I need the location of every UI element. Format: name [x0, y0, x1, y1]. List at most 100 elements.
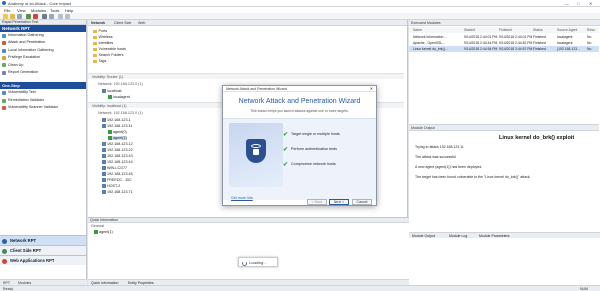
- folder-icon: [93, 53, 97, 57]
- onestep-vulnerability-test[interactable]: Vulnerability Test: [0, 89, 86, 96]
- tree-identities[interactable]: Identities: [93, 41, 113, 45]
- refresh-icon[interactable]: [42, 14, 47, 19]
- tab-module-output[interactable]: Module Output: [412, 234, 435, 238]
- attack-wizard-dialog: Network Attack and Penetration Wizard ✕ …: [222, 85, 377, 206]
- save-icon[interactable]: [17, 14, 22, 19]
- host-row[interactable]: 192.168.123.45: [102, 172, 133, 176]
- network-label: Network: 192.168.123.0 (1): [98, 82, 143, 86]
- rpt-step-clean-up[interactable]: Clean Up: [0, 62, 86, 69]
- rpt-step-information-gathering[interactable]: Information Gathering: [0, 32, 86, 39]
- output-line: A new agent (agent(1)) has been deployed…: [415, 165, 483, 169]
- title-bar: Anatomy of an Attack - Core Impact — □ ✕: [0, 0, 600, 7]
- group-router[interactable]: Visibility: Router (1): [88, 73, 404, 79]
- rpt-step-privilege-escalation[interactable]: Privilege Escalation: [0, 54, 86, 61]
- tree-vulnerable-hosts[interactable]: Vulnerable hosts: [93, 47, 126, 51]
- folder-icon: [93, 41, 97, 45]
- host-row[interactable]: 192.168.123.12: [102, 142, 133, 146]
- host-row[interactable]: WIN-LCG77: [102, 166, 127, 170]
- col-status[interactable]: Status: [533, 28, 543, 32]
- nav-network-rpt[interactable]: Network RPT: [0, 235, 86, 245]
- agent-row[interactable]: agent(0): [108, 130, 127, 134]
- host-row[interactable]: HOST-2: [102, 184, 120, 188]
- settings-icon[interactable]: [49, 14, 54, 19]
- close-button[interactable]: ✕: [589, 1, 592, 6]
- host-row[interactable]: 192.168.123.22: [102, 148, 133, 152]
- host-row[interactable]: FREEDC - IDC: [102, 178, 132, 182]
- table-row-selected[interactable]: Linux kernel do_brk()... 9/14/2018 2:44:…: [409, 46, 599, 52]
- host-icon: [102, 172, 106, 176]
- host-icon: [102, 89, 106, 93]
- network-label-2: Network: 192.168.123.0 (1): [98, 111, 143, 115]
- rpt-step-attack-penetration[interactable]: Attack and Penetration: [0, 39, 86, 46]
- maximize-button[interactable]: □: [577, 1, 579, 6]
- nav-web-applications-rpt[interactable]: Web Applications RPT: [0, 255, 86, 265]
- agent-icon: [94, 230, 98, 234]
- menu-modules[interactable]: Modules: [31, 8, 46, 13]
- tab-client-side[interactable]: Client Side: [114, 21, 131, 25]
- check-icon: ✔: [283, 162, 289, 168]
- nav-client-side-rpt[interactable]: Client Side RPT: [0, 245, 86, 255]
- host-localhost[interactable]: localhost: [102, 89, 122, 93]
- quick-info-row[interactable]: agent(1): [94, 230, 113, 234]
- menu-view[interactable]: View: [17, 8, 26, 13]
- spinner-icon: [242, 260, 247, 266]
- view-icon[interactable]: [65, 14, 70, 19]
- layout-icon[interactable]: [58, 14, 63, 19]
- back-button[interactable]: < Back: [307, 199, 327, 205]
- open-folder-icon[interactable]: [10, 14, 15, 19]
- agent-localagent[interactable]: localagent: [108, 95, 130, 99]
- tree-ports[interactable]: Ports: [93, 29, 107, 33]
- host-icon: [102, 184, 106, 188]
- tab-module-log[interactable]: Module Log: [449, 234, 467, 238]
- local-info-icon: [2, 48, 6, 53]
- wizard-option-targets: ✔ Target single or multiple hosts: [283, 132, 340, 138]
- agent-row-selected[interactable]: agent(1): [108, 136, 127, 140]
- entity-tabs: Network Client Side Web: [88, 20, 407, 26]
- agent-icon: [108, 136, 112, 140]
- menu-file[interactable]: File: [4, 8, 10, 13]
- tag-icon: [93, 59, 97, 63]
- col-name[interactable]: Name: [413, 28, 422, 32]
- host-row[interactable]: 192.168.123.71: [102, 190, 133, 194]
- tree-tags[interactable]: Tags: [93, 59, 106, 63]
- rpt-step-report-generation[interactable]: Report Generation: [0, 69, 86, 76]
- menu-tools[interactable]: Tools: [50, 8, 59, 13]
- col-started[interactable]: Started: [464, 28, 475, 32]
- col-finished[interactable]: Finished: [499, 28, 512, 32]
- eye-icon: [251, 144, 261, 148]
- tree-search-folders[interactable]: Search Folders: [93, 53, 124, 57]
- col-source-agent[interactable]: Source Agent: [557, 28, 577, 32]
- host-icon: [102, 124, 106, 128]
- web-rpt-icon: [2, 258, 7, 264]
- host-row[interactable]: 192.168.123.11: [102, 124, 132, 128]
- clean-up-icon: [2, 63, 6, 68]
- app-logo-icon: [2, 1, 6, 5]
- host-row[interactable]: 192.168.123.44: [102, 160, 133, 164]
- wizard-heading: Network Attack and Penetration Wizard: [238, 98, 361, 105]
- new-workspace-icon[interactable]: [3, 14, 8, 19]
- onestep-remediation-validator[interactable]: Remediation Validator: [0, 97, 86, 104]
- menu-help[interactable]: Help: [65, 8, 73, 13]
- tab-module-parameters[interactable]: Module Parameters: [479, 234, 510, 238]
- tab-web[interactable]: Web: [138, 21, 145, 25]
- tab-network[interactable]: Network: [91, 21, 105, 25]
- col-result[interactable]: Resu: [587, 28, 595, 32]
- executed-modules-header: Name Started Finished Status Source Agen…: [409, 27, 599, 33]
- folder-icon: [93, 47, 97, 51]
- tree-wireless[interactable]: Wireless: [93, 35, 113, 39]
- onestep-scanner-validator[interactable]: Vulnerability Scanner Validator: [0, 104, 86, 111]
- stop-icon[interactable]: [33, 14, 38, 19]
- agent-icon: [108, 95, 112, 99]
- network-rpt-header: Network RPT: [0, 25, 86, 32]
- host-row[interactable]: 192.168.123.43: [102, 154, 133, 158]
- output-line: The target has been found vulnerable to …: [415, 175, 531, 179]
- cancel-button[interactable]: Cancel: [352, 199, 372, 205]
- rpt-step-local-information-gathering[interactable]: Local Information Gathering: [0, 47, 86, 54]
- minimize-button[interactable]: —: [565, 1, 569, 6]
- host-icon: [102, 154, 106, 158]
- num-lock-indicator: NUM: [580, 287, 588, 291]
- get-more-info-link[interactable]: Get more info: [231, 196, 253, 200]
- run-icon[interactable]: [26, 14, 31, 19]
- next-button[interactable]: Next >: [329, 199, 349, 205]
- host-row[interactable]: 192.168.123.1: [102, 118, 131, 122]
